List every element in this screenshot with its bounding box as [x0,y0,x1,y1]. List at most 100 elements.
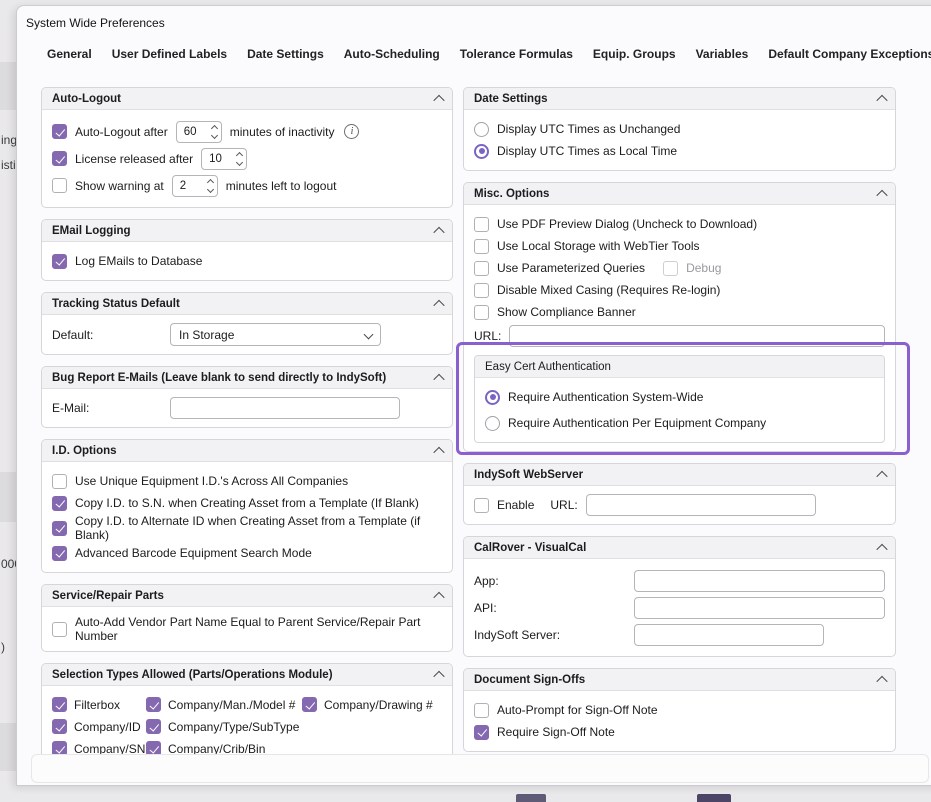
log-emails-checkbox[interactable] [52,254,67,269]
filterbox-row[interactable]: Filterbox [52,694,146,715]
calrover-app-input[interactable] [634,570,885,592]
company-drawing-checkbox[interactable] [302,697,317,712]
advanced-barcode-checkbox[interactable] [52,546,67,561]
stepper-arrows[interactable] [212,126,217,138]
utc-unchanged-radio[interactable] [474,122,489,137]
tab-variables[interactable]: Variables [696,47,749,69]
tab-tolerance-formulas[interactable]: Tolerance Formulas [460,47,573,69]
stepper-arrows[interactable] [208,180,213,192]
copy-id-altid-row[interactable]: Copy I.D. to Alternate ID when Creating … [52,514,442,542]
auth-system-wide-radio[interactable] [485,390,500,405]
chevron-up-icon[interactable] [433,94,444,105]
section-header-webserver[interactable]: IndySoft WebServer [464,464,895,486]
section-header-doc-signoffs[interactable]: Document Sign-Offs [464,669,895,691]
bug-report-email-input[interactable] [170,397,400,419]
section-header-calrover[interactable]: CalRover - VisualCal [464,537,895,559]
copy-id-sn-checkbox[interactable] [52,496,67,511]
section-header-selection-types[interactable]: Selection Types Allowed (Parts/Operation… [42,664,452,686]
local-storage-row[interactable]: Use Local Storage with WebTier Tools [474,235,885,257]
show-warning-checkbox[interactable] [52,178,67,193]
company-type-subtype-row[interactable]: Company/Type/SubType [146,716,302,737]
compliance-banner-checkbox[interactable] [474,305,489,320]
company-type-subtype-checkbox[interactable] [146,719,161,734]
section-header-id-options[interactable]: I.D. Options [42,440,452,462]
auto-prompt-signoff-row[interactable]: Auto-Prompt for Sign-Off Note [474,699,885,721]
stepper-arrows[interactable] [237,153,242,165]
auto-logout-after-row[interactable]: Auto-Logout after 60 minutes of inactivi… [52,118,442,145]
section-header-email-logging[interactable]: EMail Logging [42,220,452,242]
webserver-url-input[interactable] [586,494,816,516]
unique-id-row[interactable]: Use Unique Equipment I.D.'s Across All C… [52,470,442,492]
debug-checkbox[interactable] [663,261,678,276]
chevron-down-icon[interactable] [207,185,214,192]
calrover-api-input[interactable] [634,597,885,619]
warning-minutes-stepper[interactable]: 2 [172,175,218,197]
pdf-preview-row[interactable]: Use PDF Preview Dialog (Uncheck to Downl… [474,213,885,235]
require-signoff-checkbox[interactable] [474,725,489,740]
auto-add-vendor-part-checkbox[interactable] [52,622,67,637]
chevron-up-icon[interactable] [876,94,887,105]
tab-equip-groups[interactable]: Equip. Groups [593,47,676,69]
show-warning-row[interactable]: Show warning at 2 minutes left to logout [52,172,442,199]
company-id-row[interactable]: Company/ID [52,716,146,737]
tab-auto-scheduling[interactable]: Auto-Scheduling [344,47,440,69]
log-emails-row[interactable]: Log EMails to Database [52,250,442,272]
section-header-date-settings[interactable]: Date Settings [464,88,895,110]
chevron-up-icon[interactable] [433,373,444,384]
chevron-down-icon[interactable] [211,131,218,138]
company-drawing-row[interactable]: Company/Drawing # [302,694,442,715]
license-released-checkbox[interactable] [52,151,67,166]
chevron-up-icon[interactable] [433,299,444,310]
pdf-preview-checkbox[interactable] [474,217,489,232]
license-released-row[interactable]: License released after 10 [52,145,442,172]
section-header-service-repair[interactable]: Service/Repair Parts [42,585,452,607]
section-header-bug-report[interactable]: Bug Report E-Mails (Leave blank to send … [42,367,452,389]
chevron-up-icon[interactable] [433,591,444,602]
copy-id-altid-checkbox[interactable] [52,521,67,536]
chevron-up-icon[interactable] [876,470,887,481]
tab-default-company-exceptions[interactable]: Default Company Exceptions [768,47,931,69]
chevron-up-icon[interactable] [236,151,243,158]
compliance-banner-row[interactable]: Show Compliance Banner [474,301,885,323]
section-header-tracking-status[interactable]: Tracking Status Default [42,293,452,315]
auto-prompt-signoff-checkbox[interactable] [474,703,489,718]
filterbox-checkbox[interactable] [52,697,67,712]
utc-local-time-radio[interactable] [474,144,489,159]
copy-id-sn-row[interactable]: Copy I.D. to S.N. when Creating Asset fr… [52,492,442,514]
license-minutes-stepper[interactable]: 10 [201,148,247,170]
chevron-up-icon[interactable] [207,178,214,185]
company-man-model-row[interactable]: Company/Man./Model # [146,694,302,715]
tab-user-defined-labels[interactable]: User Defined Labels [112,47,227,69]
local-storage-checkbox[interactable] [474,239,489,254]
chevron-up-icon[interactable] [433,226,444,237]
chevron-up-icon[interactable] [876,189,887,200]
calrover-server-input[interactable] [634,624,824,646]
tab-general[interactable]: General [47,47,92,69]
utc-unchanged-row[interactable]: Display UTC Times as Unchanged [474,118,885,140]
auth-system-wide-row[interactable]: Require Authentication System-Wide [485,384,874,410]
chevron-up-icon[interactable] [876,675,887,686]
webserver-enable-checkbox[interactable] [474,498,489,513]
company-id-checkbox[interactable] [52,719,67,734]
utc-local-time-row[interactable]: Display UTC Times as Local Time [474,140,885,162]
info-icon[interactable] [344,124,359,139]
require-signoff-row[interactable]: Require Sign-Off Note [474,721,885,743]
chevron-up-icon[interactable] [876,543,887,554]
auth-per-company-radio[interactable] [485,416,500,431]
parameterized-queries-row[interactable]: Use Parameterized Queries Debug [474,257,885,279]
section-header-auto-logout[interactable]: Auto-Logout [42,88,452,110]
parameterized-queries-checkbox[interactable] [474,261,489,276]
chevron-up-icon[interactable] [433,446,444,457]
inactivity-minutes-stepper[interactable]: 60 [176,121,222,143]
disable-mixed-casing-checkbox[interactable] [474,283,489,298]
tab-date-settings[interactable]: Date Settings [247,47,324,69]
company-man-model-checkbox[interactable] [146,697,161,712]
chevron-down-icon[interactable] [236,158,243,165]
auto-add-vendor-part-row[interactable]: Auto-Add Vendor Part Name Equal to Paren… [52,615,442,643]
misc-url-input[interactable] [509,325,885,347]
unique-id-checkbox[interactable] [52,474,67,489]
advanced-barcode-row[interactable]: Advanced Barcode Equipment Search Mode [52,542,442,564]
chevron-up-icon[interactable] [211,124,218,131]
disable-mixed-casing-row[interactable]: Disable Mixed Casing (Requires Re-login) [474,279,885,301]
chevron-up-icon[interactable] [433,670,444,681]
